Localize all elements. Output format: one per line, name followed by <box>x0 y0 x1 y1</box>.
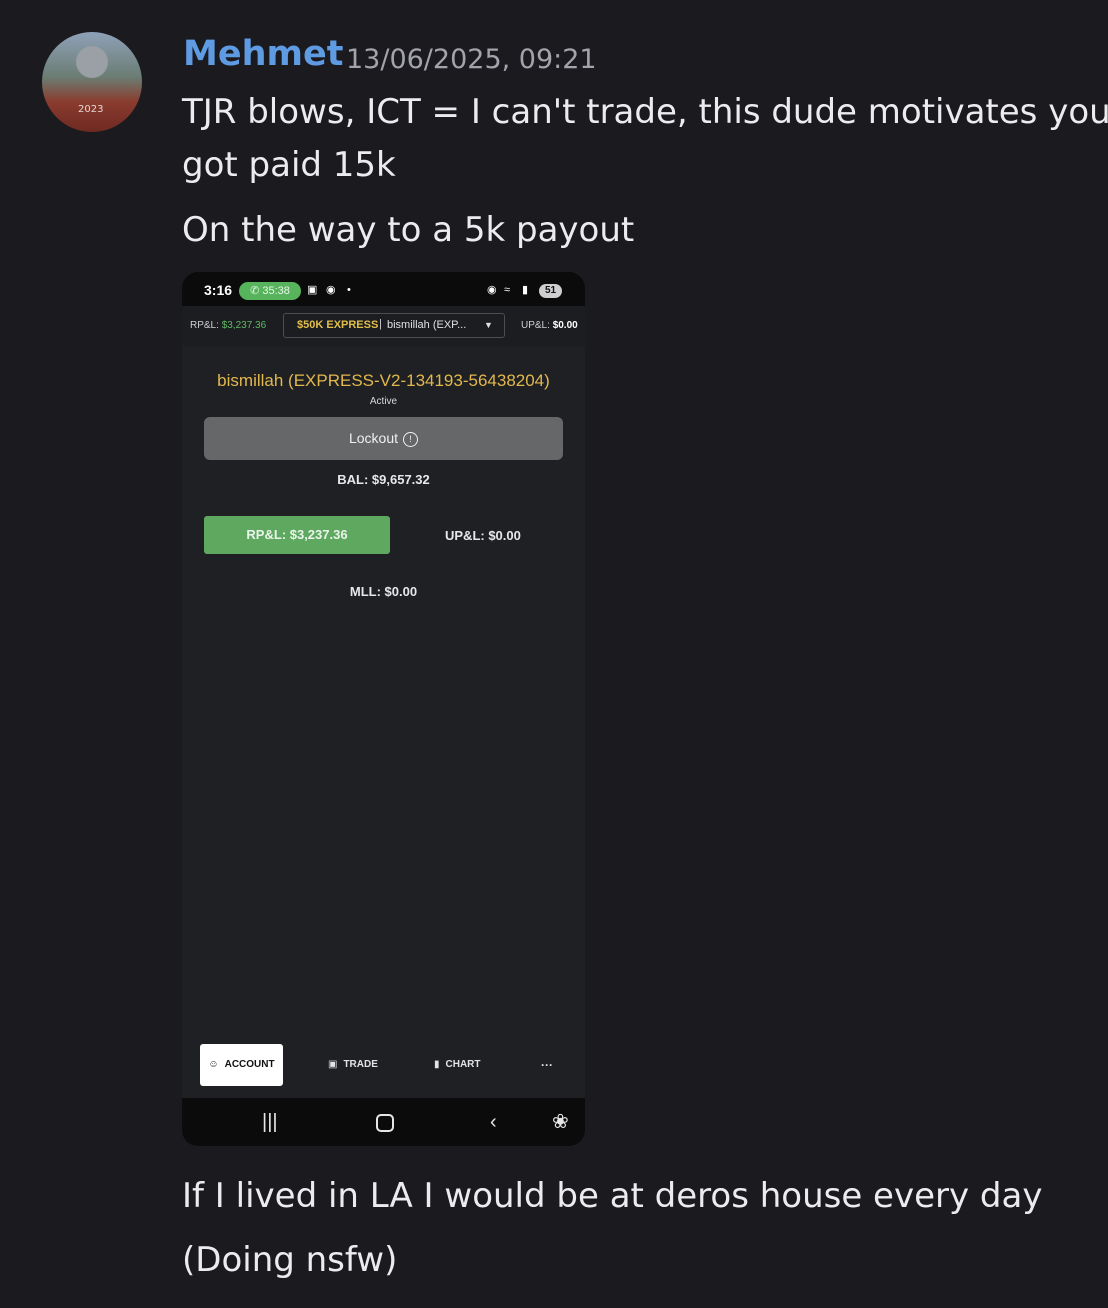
chart-icon: ▮ <box>434 1059 440 1070</box>
status-time: 3:16 <box>204 282 233 298</box>
account-status: Active <box>369 396 398 407</box>
account-topbar: RP&L: $3,237.36 $50K EXPRESS | bismillah… <box>182 306 585 346</box>
separator: | <box>379 318 382 330</box>
topbar-rpl: RP&L: $3,237.36 <box>190 320 267 331</box>
topbar-upl: UP&L: $0.00 <box>521 320 578 331</box>
max-loss-limit: MLL: $0.00 <box>349 584 418 599</box>
location-pin-icon: ◉ <box>326 284 336 296</box>
lockout-button[interactable]: Lockout! <box>204 417 563 460</box>
realized-pnl-button[interactable]: RP&L: $3,237.36 <box>204 516 390 554</box>
bottom-tabs: ☺ ACCOUNT ▣ TRADE ▮ CHART ··· <box>182 1037 585 1087</box>
lockout-label: Lockout <box>348 430 399 446</box>
screenshot-icon: ▣ <box>307 284 318 296</box>
recent-apps-icon[interactable]: ||| <box>262 1110 278 1134</box>
username[interactable]: Mehmet <box>183 34 343 74</box>
avatar[interactable]: 2023 <box>42 32 142 132</box>
account-short-name: bismillah (EXP... <box>387 319 467 331</box>
plan-label: $50K EXPRESS <box>297 319 379 331</box>
account-selector[interactable]: $50K EXPRESS | bismillah (EXP... ▼ <box>283 313 505 338</box>
wifi-icon: ≈ <box>504 284 511 296</box>
call-timer: ✆ 35:38 <box>239 282 301 300</box>
message-line: got paid 15k <box>182 145 396 185</box>
cash-icon: ▣ <box>328 1059 338 1070</box>
message-line: On the way to a 5k payout <box>182 210 635 250</box>
tab-account[interactable]: ☺ ACCOUNT <box>200 1044 283 1086</box>
attached-screenshot[interactable]: 3:16 ✆ 35:38 ▣ ◉ • ◉ ≈ ▮ 51 RP&L: $3,237… <box>182 272 585 1146</box>
tab-trade[interactable]: ▣ TRADE <box>328 1044 378 1086</box>
phone-status-bar: 3:16 ✆ 35:38 ▣ ◉ • ◉ ≈ ▮ 51 <box>182 272 585 306</box>
balance: BAL: $9,657.32 <box>337 472 430 487</box>
tab-chart[interactable]: ▮ CHART <box>434 1044 481 1086</box>
accessibility-icon[interactable]: ❀ <box>552 1110 569 1134</box>
signal-icon: ▮ <box>522 284 529 296</box>
location-pin-icon: ◉ <box>487 284 497 296</box>
account-name: bismillah (EXPRESS-V2-134193-56438204) <box>217 371 550 390</box>
info-icon[interactable]: ! <box>403 432 419 447</box>
message-timestamp: 13/06/2025, 09:21 <box>346 44 597 75</box>
more-icon[interactable]: ··· <box>541 1044 553 1086</box>
chevron-down-icon[interactable]: ▼ <box>484 320 493 330</box>
dot-icon: • <box>347 284 351 296</box>
message-line: TJR blows, ICT = I can't trade, this dud… <box>182 92 1108 132</box>
battery-indicator: 51 <box>539 284 562 298</box>
avatar-text: 2023 <box>78 104 104 115</box>
home-icon[interactable] <box>376 1114 394 1132</box>
unrealized-pnl: UP&L: $0.00 <box>445 528 521 543</box>
back-icon[interactable]: ‹ <box>490 1110 497 1134</box>
android-nav-bar: ||| ‹ ❀ <box>182 1098 585 1146</box>
user-icon: ☺ <box>208 1059 219 1070</box>
message-line: (Doing nsfw) <box>182 1240 398 1280</box>
message-line: If I lived in LA I would be at deros hou… <box>182 1176 1043 1216</box>
